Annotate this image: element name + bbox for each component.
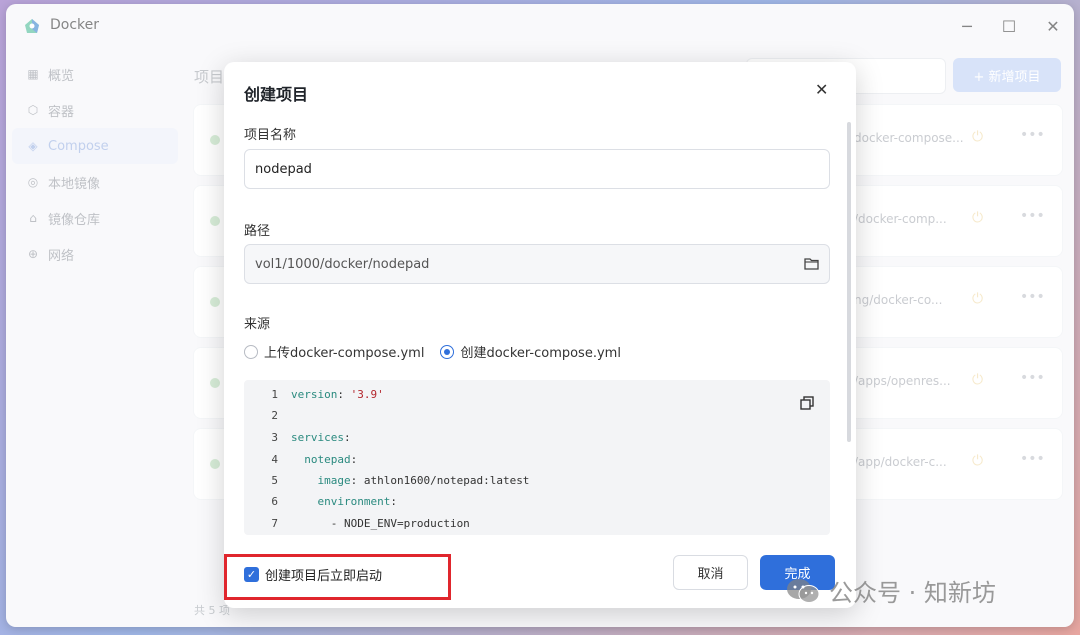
cancel-button[interactable]: 取消: [673, 555, 748, 590]
compose-code-editor[interactable]: 1 version: '3.9' 2 3 services: 4 notepad: …: [244, 380, 830, 535]
project-name-field[interactable]: nodepad: [244, 149, 830, 189]
create-radio[interactable]: [440, 344, 455, 359]
code-line: 2: [271, 409, 278, 422]
upload-radio-label[interactable]: 上传docker-compose.yml: [264, 342, 424, 361]
name-label: 项目名称: [244, 128, 297, 143]
autostart-checkbox[interactable]: ✓ 创建项目后立即启动: [244, 565, 382, 584]
path-label: 路径: [244, 224, 271, 239]
project-name-value: nodepad: [255, 161, 312, 177]
scrollbar[interactable]: [847, 122, 851, 442]
code-line: 3 services:: [271, 431, 351, 444]
code-line: 6 environment:: [271, 495, 397, 508]
check-icon[interactable]: ✓: [244, 567, 259, 582]
path-field[interactable]: vol1/1000/docker/nodepad: [244, 244, 830, 284]
dialog-title: 创建项目: [244, 85, 309, 104]
path-value: vol1/1000/docker/nodepad: [255, 256, 430, 272]
close-icon[interactable]: ✕: [815, 80, 828, 99]
create-project-dialog: 创建项目 ✕ 项目名称 nodepad 路径 vol1/1000/docker/…: [224, 62, 856, 608]
source-radio-group: 上传docker-compose.yml 创建docker-compose.ym…: [244, 342, 637, 361]
upload-radio[interactable]: [244, 344, 258, 359]
watermark: 公众号 · 知新坊: [785, 573, 996, 608]
source-label: 来源: [244, 317, 271, 332]
folder-icon[interactable]: [804, 257, 819, 270]
code-line: 7 - NODE_ENV=production: [271, 517, 470, 530]
watermark-text: 公众号 · 知新坊: [829, 579, 996, 607]
code-line: 1 version: '3.9': [271, 388, 384, 401]
wechat-icon: [787, 578, 820, 603]
code-line: 4 notepad:: [271, 453, 358, 466]
create-radio-label[interactable]: 创建docker-compose.yml: [460, 342, 620, 361]
autostart-label[interactable]: 创建项目后立即启动: [265, 565, 382, 584]
copy-icon[interactable]: [800, 396, 814, 410]
code-line: 5 image: athlon1600/notepad:latest: [271, 474, 530, 487]
